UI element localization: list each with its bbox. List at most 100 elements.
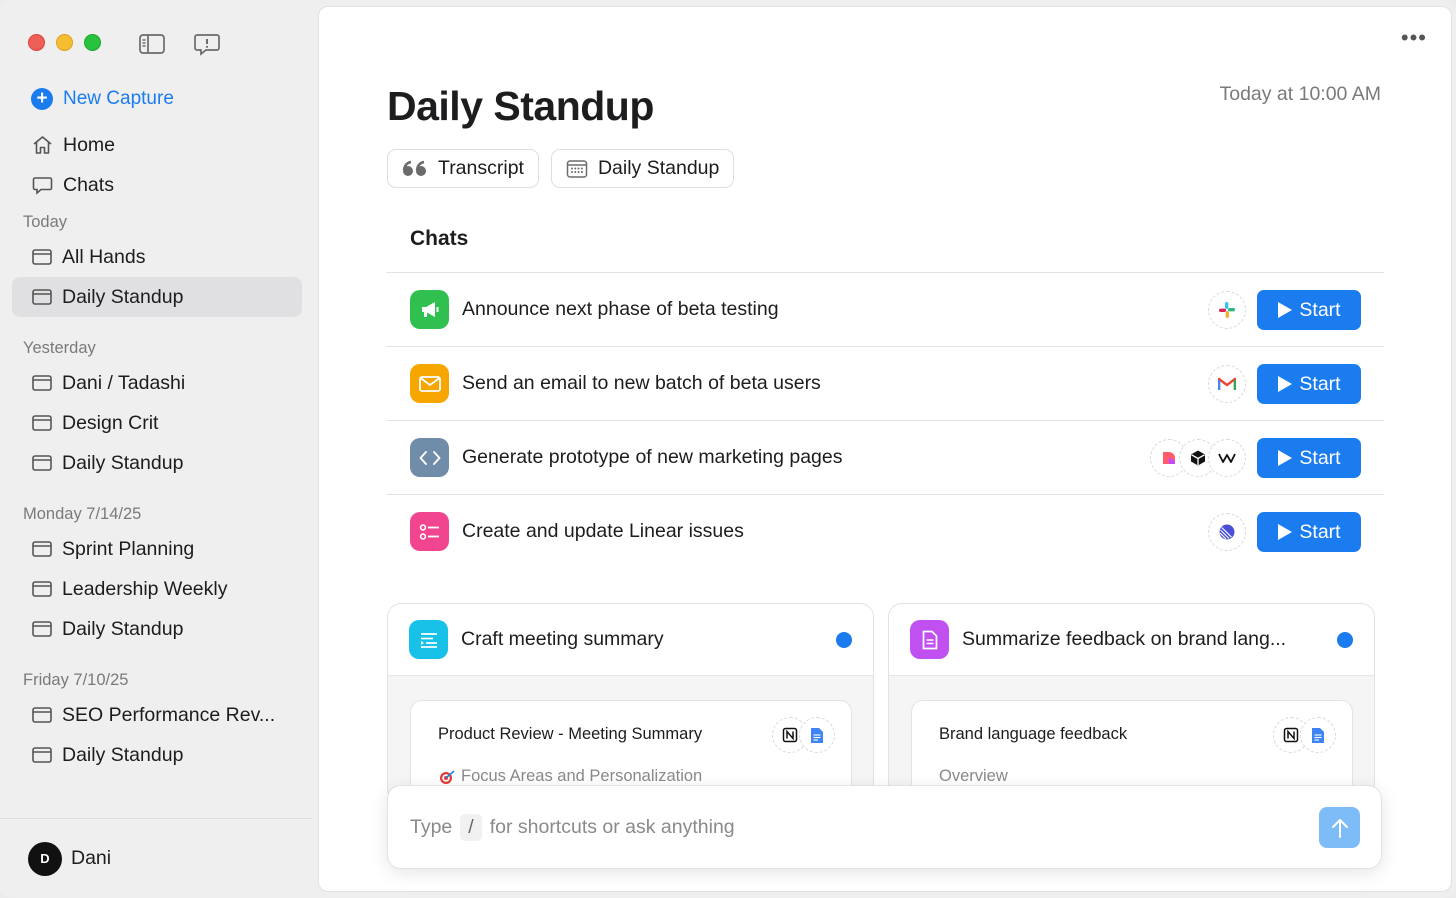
calendar-icon [566, 159, 588, 178]
chats-section-title: Chats [410, 227, 469, 250]
suggestion-cards: Craft meeting summary Product Review - M… [387, 603, 1375, 803]
linear-icon [1208, 513, 1246, 551]
doc-integration-icons [772, 717, 835, 753]
play-icon [1278, 376, 1293, 392]
start-chat-button[interactable]: Start [1257, 438, 1361, 478]
sidebar-item-meeting[interactable]: SEO Performance Rev... [12, 695, 302, 735]
megaphone-icon [410, 290, 449, 329]
chat-row[interactable]: Send an email to new batch of beta users… [386, 346, 1384, 420]
sidebar-item-label: Daily Standup [62, 743, 184, 766]
calendar-icon [32, 415, 52, 431]
start-chat-button[interactable]: Start [1257, 512, 1361, 552]
composer-placeholder-before: Type [410, 815, 453, 838]
send-button[interactable] [1319, 807, 1360, 848]
document-icon [910, 620, 949, 659]
sidebar-item-meeting[interactable]: Daily Standup [12, 443, 302, 483]
close-window-button[interactable] [28, 34, 45, 51]
sidebar-item-meeting[interactable]: Sprint Planning [12, 529, 302, 569]
chat-row[interactable]: Create and update Linear issues Start [386, 494, 1384, 568]
suggestion-card[interactable]: Summarize feedback on brand lang... Bran… [888, 603, 1375, 803]
calendar-icon [32, 289, 52, 305]
sidebar-item-meeting[interactable]: Daily Standup [12, 609, 302, 649]
sidebar-item-meeting[interactable]: Daily Standup [12, 735, 302, 775]
chat-label: Generate prototype of new marketing page… [462, 446, 843, 468]
integration-icons [1208, 365, 1246, 403]
doc-subheading: Overview [939, 767, 1352, 786]
app-window: + New Capture Home Chats Today All Hands D… [0, 0, 1456, 898]
summary-icon [409, 620, 448, 659]
sidebar-toggle-icon[interactable] [138, 32, 166, 56]
calendar-icon [32, 621, 52, 637]
chat-row[interactable]: Announce next phase of beta testing Star… [386, 272, 1384, 346]
sidebar-item-meeting[interactable]: All Hands [12, 237, 302, 277]
minimize-window-button[interactable] [56, 34, 73, 51]
sidebar-item-chats[interactable]: Chats [12, 165, 302, 205]
sidebar-item-label: Sprint Planning [62, 537, 195, 560]
integration-icons [1208, 291, 1246, 329]
unread-indicator [836, 632, 852, 648]
sidebar-item-label: Home [63, 133, 116, 156]
arrow-up-icon [1331, 818, 1348, 838]
start-label: Start [1299, 520, 1341, 543]
transcript-chip[interactable]: Transcript [387, 149, 539, 188]
calendar-icon [32, 747, 52, 763]
start-label: Start [1299, 446, 1341, 469]
calendar-icon [32, 375, 52, 391]
doc-subheading-text: Focus Areas and Personalization [461, 767, 703, 785]
chat-label: Create and update Linear issues [462, 520, 744, 542]
chip-label: Transcript [438, 157, 524, 179]
start-chat-button[interactable]: Start [1257, 364, 1361, 404]
sidebar-item-meeting[interactable]: Daily Standup [12, 277, 302, 317]
section-label: Today [23, 213, 68, 231]
start-label: Start [1299, 372, 1341, 395]
play-icon [1278, 524, 1293, 540]
card-title: Craft meeting summary [461, 628, 664, 650]
more-options-icon[interactable]: ••• [1401, 27, 1427, 49]
section-label: Friday 7/10/25 [23, 671, 129, 689]
chat-list: Announce next phase of beta testing Star… [386, 272, 1384, 568]
sidebar-item-label: Leadership Weekly [62, 577, 228, 600]
checklist-icon [410, 512, 449, 551]
slash-key-hint: / [460, 813, 482, 841]
target-icon [440, 769, 455, 784]
meeting-nav: Today All Hands Daily Standup Yesterday Dani… [12, 205, 302, 775]
calendar-icon [32, 455, 52, 471]
home-icon [33, 136, 52, 154]
chat-label: Send an email to new batch of beta users [462, 372, 821, 394]
sidebar-item-label: Daily Standup [62, 285, 184, 308]
new-capture-button[interactable]: + New Capture [31, 88, 174, 110]
sidebar-item-meeting[interactable]: Dani / Tadashi [12, 363, 302, 403]
sidebar-item-label: Dani / Tadashi [62, 371, 186, 394]
sidebar-item-home[interactable]: Home [12, 125, 302, 165]
calendar-icon [32, 581, 52, 597]
user-profile[interactable]: D Dani [0, 818, 312, 898]
meeting-chips: Transcript Daily Standup [387, 149, 735, 188]
sidebar: + New Capture Home Chats Today All Hands D… [0, 0, 318, 898]
daily-standup-chip[interactable]: Daily Standup [550, 149, 735, 188]
sidebar-item-meeting[interactable]: Leadership Weekly [12, 569, 302, 609]
suggestion-card[interactable]: Craft meeting summary Product Review - M… [387, 603, 874, 803]
meeting-timestamp: Today at 10:00 AM [1219, 83, 1381, 105]
sidebar-item-label: All Hands [62, 245, 146, 268]
main-panel: ••• Daily Standup Today at 10:00 AM Tran… [318, 6, 1452, 892]
primary-nav: Home Chats [12, 125, 302, 205]
zoom-window-button[interactable] [84, 34, 101, 51]
plus-icon: + [31, 88, 53, 110]
feedback-icon[interactable] [193, 32, 221, 56]
google-docs-icon [799, 717, 835, 753]
section-label: Yesterday [23, 339, 96, 357]
sidebar-item-meeting[interactable]: Design Crit [12, 403, 302, 443]
play-icon [1278, 450, 1293, 466]
play-icon [1278, 302, 1293, 318]
code-icon [410, 438, 449, 477]
section-label: Monday 7/14/25 [23, 505, 142, 523]
start-chat-button[interactable]: Start [1257, 290, 1361, 330]
gmail-icon [1208, 365, 1246, 403]
user-name: Dani [71, 847, 112, 869]
integration-icons [1208, 513, 1246, 551]
sidebar-item-label: Daily Standup [62, 451, 184, 474]
chat-row[interactable]: Generate prototype of new marketing page… [386, 420, 1384, 494]
composer-input[interactable]: Type / for shortcuts or ask anything [387, 785, 1382, 869]
envelope-icon [410, 364, 449, 403]
integration-icons [1150, 439, 1246, 477]
